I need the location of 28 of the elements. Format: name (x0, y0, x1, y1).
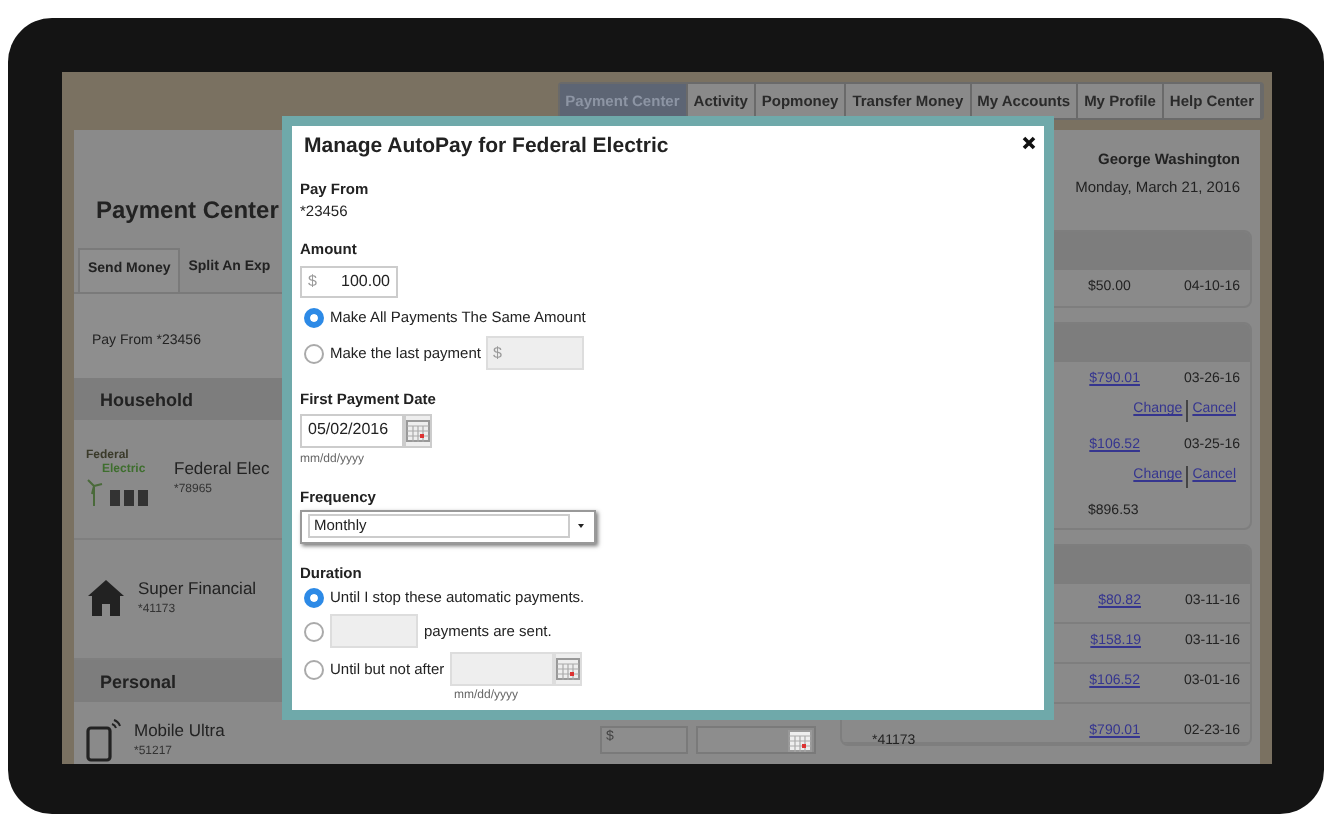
tablet-icon (86, 718, 122, 763)
page-title: Payment Center (96, 194, 279, 229)
calendar-icon[interactable] (788, 729, 812, 752)
power-plant-icon (86, 478, 154, 507)
close-icon[interactable] (1022, 136, 1036, 150)
radio-button[interactable] (304, 307, 324, 328)
radio-button[interactable] (304, 659, 324, 679)
first-payment-date-field[interactable]: 05/02/2016 (300, 413, 404, 448)
calendar-button[interactable] (404, 413, 432, 448)
date-field[interactable] (696, 726, 816, 755)
calendar-button[interactable] (554, 652, 583, 686)
radio-button[interactable] (304, 343, 324, 364)
last-payment-field[interactable]: $ (486, 336, 585, 371)
dropdown-caret-icon (574, 522, 590, 531)
payee-name: Federal Elec (174, 456, 270, 483)
payee-name: Super Financial (138, 576, 257, 603)
currency-symbol: $ (308, 269, 317, 294)
radio-button[interactable] (304, 621, 324, 641)
dialog-title: Manage AutoPay for Federal Electric (304, 132, 669, 162)
amount-value: 100.00 (341, 269, 390, 294)
calendar-icon[interactable] (406, 419, 430, 442)
payee-name: Mobile Ultra (134, 718, 225, 745)
calendar-icon[interactable] (556, 658, 581, 680)
house-icon (86, 578, 126, 619)
end-date-field[interactable] (450, 652, 555, 686)
payment-count-field[interactable] (330, 614, 418, 648)
amount-field[interactable]: $ 100.00 (300, 265, 398, 299)
radio-button[interactable] (304, 588, 324, 609)
